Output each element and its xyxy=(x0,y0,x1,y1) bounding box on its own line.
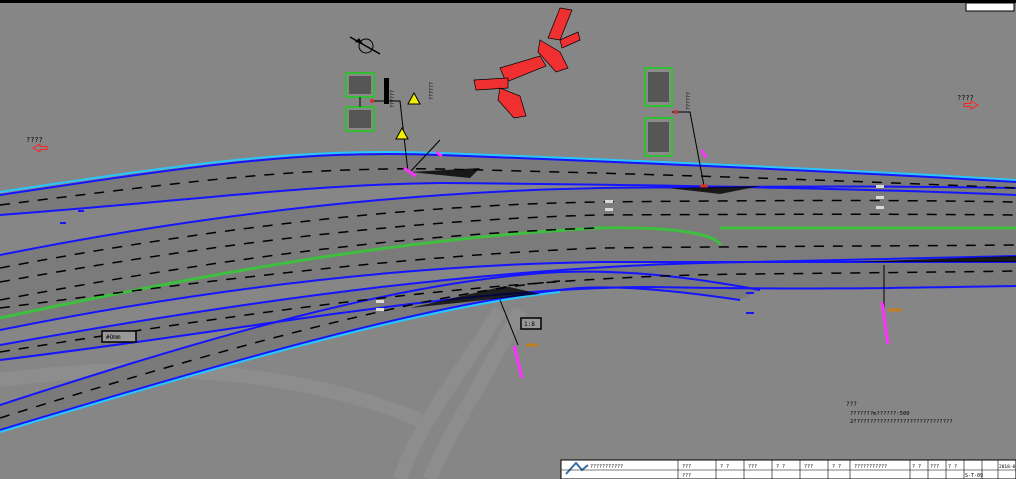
sign-label-c: ?????? xyxy=(686,92,692,110)
direction-arrow-icon xyxy=(963,100,980,110)
north-arrow-icon xyxy=(349,36,381,55)
box-label-center: 1:8 xyxy=(524,321,535,328)
drawing-border-top xyxy=(0,0,1016,3)
title-cell-8: ? ? xyxy=(912,464,921,470)
title-cell-0: ??? xyxy=(682,464,691,470)
bridge-structure xyxy=(473,7,581,119)
title-cell-10: ? ? xyxy=(948,464,957,470)
title-cell-7: ??????????? xyxy=(854,464,887,470)
sign-label-b: ?????? xyxy=(429,82,435,100)
notes-heading: ??? xyxy=(846,401,857,408)
warning-sign-icon xyxy=(407,91,421,105)
title-cell-1: ? ? xyxy=(720,464,729,470)
direction-left: ???? xyxy=(26,136,48,153)
title-cell-9: ??? xyxy=(930,464,939,470)
road-plan-drawing: ???? ???? ?????? ?????? ?????? #Omm 1:8 … xyxy=(0,0,1016,479)
title-block: ??????????? ??? ? ? ??? ? ? ??? ? ? ??? … xyxy=(560,459,1016,479)
title-cell-11: S-T-09 xyxy=(965,473,983,479)
sign-label-a: ?????? xyxy=(390,90,396,108)
box-label-lower-left: #Omm xyxy=(106,334,121,341)
corner-label-box xyxy=(965,2,1015,12)
title-cell-6: ??? xyxy=(682,473,691,479)
direction-right: ???? xyxy=(957,94,980,110)
drawing-notes: ??? ???????m??????:500 2????????????????… xyxy=(846,401,953,425)
title-cell-12: 2018-09 xyxy=(999,464,1016,470)
title-cell-2: ??? xyxy=(748,464,757,470)
direction-arrow-icon xyxy=(31,143,48,153)
title-cell-4: ??? xyxy=(804,464,813,470)
direction-label-left: ???? xyxy=(26,136,43,144)
title-cell-5: ? ? xyxy=(832,464,841,470)
annotation-left: #Omm xyxy=(101,330,137,343)
warning-sign-icon xyxy=(395,126,409,140)
main-carriageway-surface xyxy=(0,186,1016,330)
notes-line-1: ???????m??????:500 xyxy=(850,411,910,417)
notes-line-2: 2?????????????????????????????? xyxy=(850,419,953,425)
company-name: ??????????? xyxy=(590,464,623,470)
title-cell-3: ? ? xyxy=(776,464,785,470)
